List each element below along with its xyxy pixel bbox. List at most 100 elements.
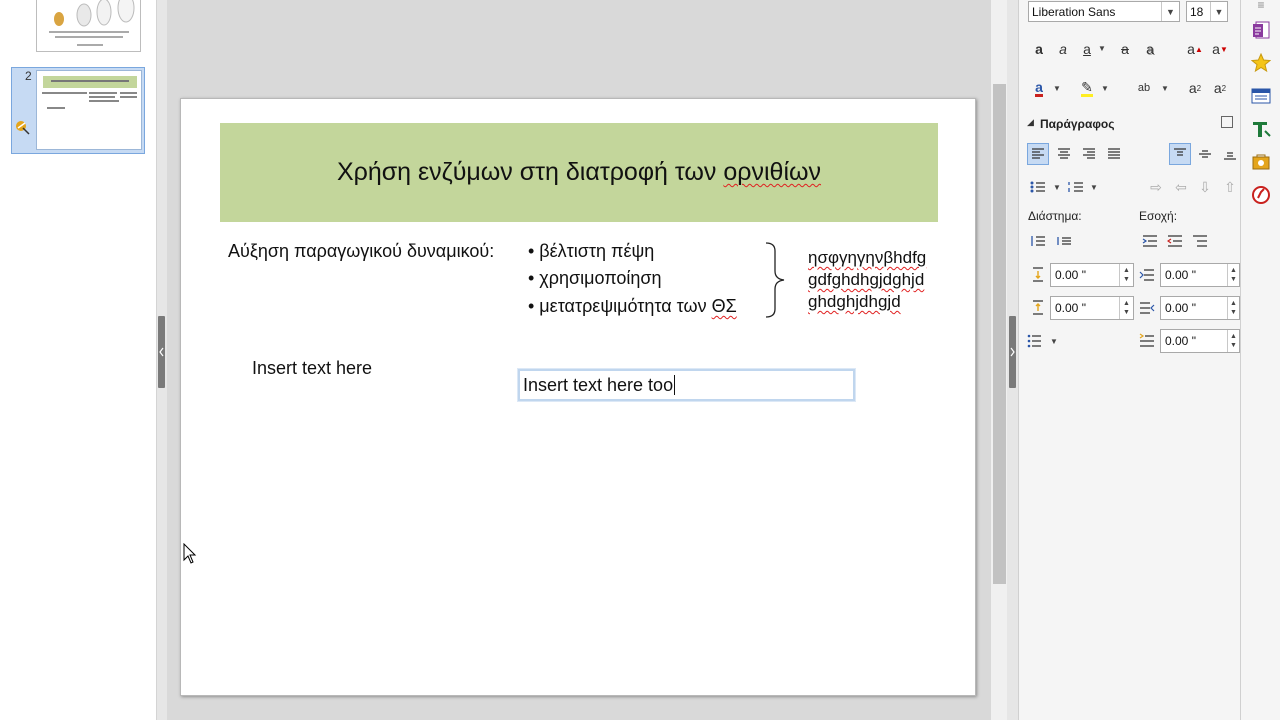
before-text-indent-field[interactable]: 0.00 " ▲ ▼	[1160, 263, 1240, 287]
font-color-icon[interactable]: a	[1028, 77, 1050, 99]
chevron-down-icon[interactable]: ▼	[1050, 337, 1058, 346]
align-center-icon[interactable]	[1053, 143, 1075, 165]
curly-brace-shape[interactable]	[765, 241, 789, 319]
underline-icon[interactable]: a	[1076, 38, 1098, 60]
slide-layouts-icon[interactable]	[1248, 17, 1274, 43]
slide-panel: 2	[0, 0, 157, 720]
font-name-value: Liberation Sans	[1032, 4, 1116, 19]
mouse-pointer-icon	[183, 542, 197, 565]
collapse-slide-panel-handle[interactable]	[158, 316, 165, 388]
slide-canvas[interactable]: Χρήση ενζύμων στη διατροφή των ορνιθίων …	[180, 98, 976, 696]
properties-sidebar: Liberation Sans ▼ 18 ▼ a a a ▼ a a a ▲ a ▼…	[1018, 0, 1240, 720]
field-value: 0.00 "	[1055, 268, 1086, 282]
collapse-sidebar-handle[interactable]	[1009, 316, 1016, 388]
spin-arrows[interactable]: ▲ ▼	[1227, 264, 1239, 286]
more-options-icon[interactable]	[1221, 116, 1233, 128]
superscript-icon[interactable]: a2	[1184, 77, 1206, 99]
side-text-line: ησφγηγηνβhdfg	[808, 248, 927, 267]
field-value: 0.00 "	[1055, 301, 1086, 315]
highlighting-color-icon[interactable]: ✎	[1076, 77, 1098, 99]
move-down-icon[interactable]: ⇩	[1194, 176, 1216, 198]
chickens-image	[49, 0, 135, 46]
chevron-down-icon[interactable]: ▼	[1053, 84, 1061, 93]
spin-arrows[interactable]: ▲ ▼	[1119, 264, 1133, 286]
lead-text[interactable]: Αύξηση παραγωγικού δυναμικού:	[228, 241, 494, 262]
spacing-label: Διάστημα:	[1028, 209, 1082, 223]
field-value: 0.00 "	[1165, 334, 1196, 348]
slide-title[interactable]: Χρήση ενζύμων στη διατροφή των ορνιθίων	[220, 123, 938, 222]
shadow-icon[interactable]: a	[1139, 38, 1161, 60]
slide-number: 2	[25, 69, 32, 83]
below-spacing-icon	[1031, 299, 1047, 317]
demote-arrow-icon[interactable]: ⇨	[1145, 176, 1167, 198]
increase-spacing-icon[interactable]	[1027, 230, 1049, 252]
bold-icon[interactable]: a	[1028, 38, 1050, 60]
align-left-icon[interactable]	[1027, 143, 1049, 165]
chevron-down-icon[interactable]: ▼	[1210, 2, 1227, 21]
after-text-indent-icon	[1139, 299, 1155, 317]
text-box-2-editing[interactable]: Insert text here too	[517, 368, 856, 402]
chevron-down-icon[interactable]: ▼	[1161, 2, 1179, 21]
decrease-indent-icon[interactable]	[1164, 230, 1186, 252]
properties-icon[interactable]	[1248, 116, 1274, 142]
above-spacing-icon	[1031, 266, 1047, 284]
title-plain-text: Χρήση ενζύμων στη διατροφή των	[336, 158, 724, 186]
chevron-down-icon[interactable]: ▼	[1098, 44, 1106, 53]
spin-arrows[interactable]: ▲ ▼	[1227, 330, 1239, 352]
center-vertically-icon[interactable]	[1194, 143, 1216, 165]
font-name-combo[interactable]: Liberation Sans ▼	[1028, 1, 1180, 22]
spin-arrows[interactable]: ▲ ▼	[1227, 297, 1239, 319]
align-top-icon[interactable]	[1169, 143, 1191, 165]
decrease-spacing-icon[interactable]	[1053, 230, 1075, 252]
master-slides-icon[interactable]	[1248, 83, 1274, 109]
navigator-icon[interactable]	[1248, 182, 1274, 208]
first-line-indent-icon	[1139, 332, 1155, 350]
slide-thumbnail-1[interactable]	[36, 0, 141, 52]
below-paragraph-spacing-field[interactable]: 0.00 " ▲ ▼	[1050, 296, 1134, 320]
slide-thumbnail-2[interactable]	[36, 70, 142, 150]
after-text-indent-field[interactable]: 0.00 " ▲ ▼	[1160, 296, 1240, 320]
indent-label: Εσοχή:	[1139, 209, 1178, 223]
promote-arrow-icon[interactable]: ⇦	[1170, 176, 1192, 198]
align-right-icon[interactable]	[1078, 143, 1100, 165]
increase-indent-icon[interactable]	[1139, 230, 1161, 252]
hanging-indent-icon[interactable]	[1189, 230, 1211, 252]
title-misspelled-word: ορνιθίων	[723, 158, 822, 186]
bullets-list-icon[interactable]	[1027, 176, 1049, 198]
gallery-icon[interactable]	[1248, 149, 1274, 175]
spin-arrows[interactable]: ▲ ▼	[1119, 297, 1133, 319]
bullet-item: • μετατρεψιμότητα των ΘΣ	[528, 296, 737, 323]
vertical-scrollbar-thumb[interactable]	[993, 84, 1006, 584]
numbering-list-icon[interactable]	[1065, 176, 1087, 198]
collapse-section-icon[interactable]: ◢	[1027, 117, 1034, 128]
chevron-down-icon[interactable]: ▼	[1161, 84, 1169, 93]
text-cursor	[674, 375, 676, 395]
chevron-down-icon[interactable]: ▼	[1090, 183, 1098, 192]
justify-icon[interactable]	[1103, 143, 1125, 165]
character-spacing-icon[interactable]: ab	[1133, 77, 1155, 99]
sidebar-deck-tabbar: ≡	[1240, 0, 1280, 720]
field-value: 0.00 "	[1165, 301, 1196, 315]
bullet-item: • βέλτιστη πέψη	[528, 241, 655, 261]
increase-font-icon[interactable]: a ▲	[1184, 38, 1206, 60]
above-paragraph-spacing-field[interactable]: 0.00 " ▲ ▼	[1050, 263, 1134, 287]
first-line-indent-field[interactable]: 0.00 " ▲ ▼	[1160, 329, 1240, 353]
side-text-box[interactable]: ησφγηγηνβhdfg gdfghdhgjdghjd ghdghjdhgjd	[808, 247, 926, 313]
move-up-icon[interactable]: ⇧	[1219, 176, 1241, 198]
strikethrough-icon[interactable]: a	[1114, 38, 1136, 60]
line-spacing-icon[interactable]	[1027, 333, 1047, 349]
subscript-icon[interactable]: a2	[1209, 77, 1231, 99]
chevron-down-icon[interactable]: ▼	[1053, 183, 1061, 192]
chevron-down-icon[interactable]: ▼	[1101, 84, 1109, 93]
bullet-misspelled-word: ΘΣ	[711, 296, 737, 316]
sidebar-menu-icon[interactable]: ≡	[1248, 0, 1274, 18]
side-text-line: ghdghjdhgjd	[808, 292, 901, 311]
field-value: 0.00 "	[1165, 268, 1196, 282]
italic-icon[interactable]: a	[1052, 38, 1074, 60]
font-size-combo[interactable]: 18 ▼	[1186, 1, 1228, 22]
bullet-list[interactable]: • βέλτιστη πέψη • χρησιμοποίηση • μετατρ…	[528, 241, 737, 323]
decrease-font-icon[interactable]: a ▼	[1209, 38, 1231, 60]
styles-icon[interactable]	[1248, 50, 1274, 76]
align-bottom-icon[interactable]	[1219, 143, 1241, 165]
text-box-1[interactable]: Insert text here	[252, 358, 372, 379]
